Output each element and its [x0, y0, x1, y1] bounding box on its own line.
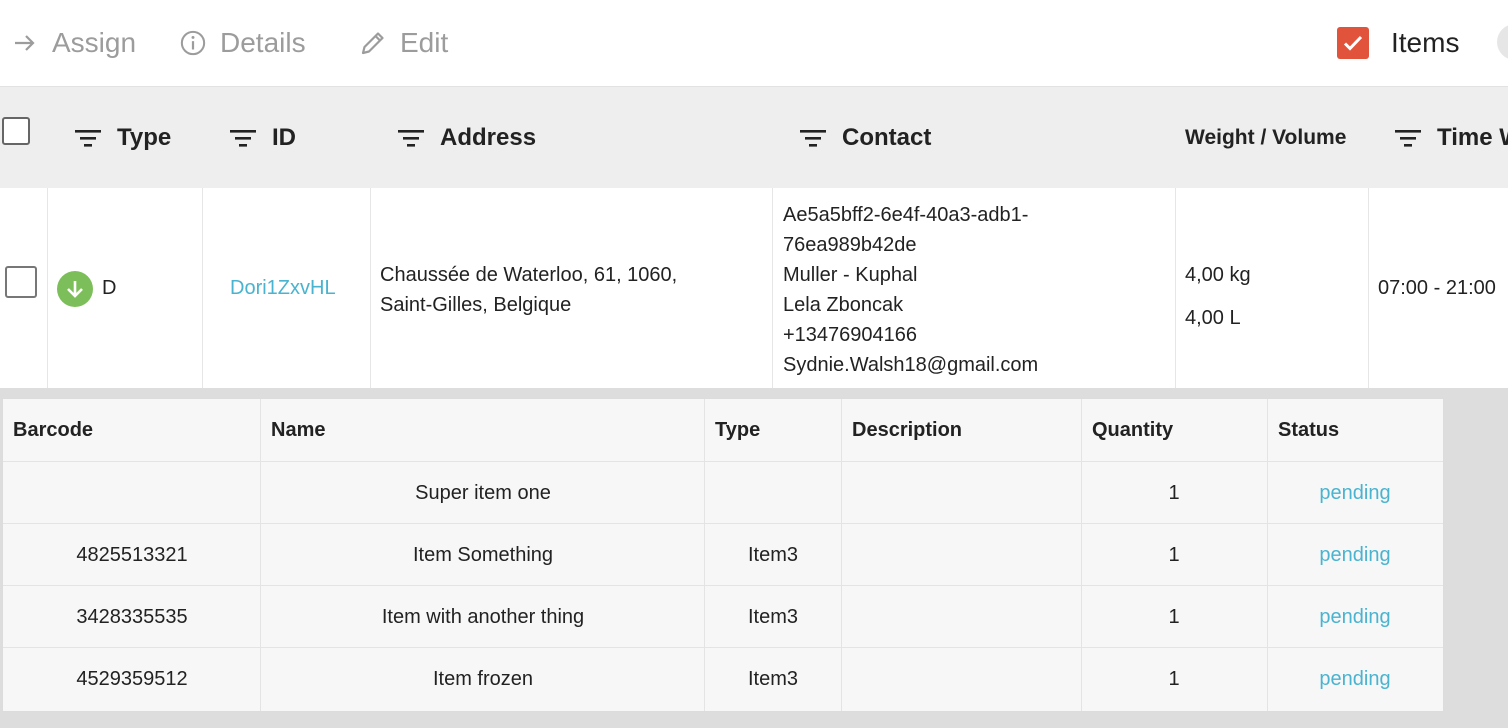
- row-divider: [3, 523, 1443, 524]
- sort-icon: [800, 129, 826, 147]
- column-time-window[interactable]: Time W: [1395, 87, 1508, 188]
- column-contact-label: Contact: [842, 123, 932, 151]
- items-toggle-label: Items: [1391, 27, 1460, 58]
- sort-icon: [75, 129, 101, 147]
- delivery-arrow-down-icon: [57, 271, 93, 307]
- details-button[interactable]: Details: [180, 0, 306, 86]
- column-weight-volume[interactable]: Weight / Volume: [1185, 87, 1346, 188]
- column-address[interactable]: Address: [398, 87, 536, 188]
- column-divider: [260, 399, 261, 711]
- item-status[interactable]: pending: [1319, 544, 1390, 567]
- column-divider: [1081, 399, 1082, 711]
- column-divider: [704, 399, 705, 711]
- column-divider: [1368, 188, 1369, 388]
- contact-line: Sydnie.Walsh18@gmail.com: [783, 354, 1039, 376]
- items-header-description: Description: [852, 419, 963, 441]
- row-time-window: 07:00 - 21:00: [1378, 277, 1496, 299]
- column-divider: [1267, 399, 1268, 711]
- row-type: D: [102, 277, 117, 299]
- item-status[interactable]: pending: [1319, 668, 1390, 691]
- column-contact[interactable]: Contact: [800, 87, 931, 188]
- item-name: Item with another thing: [381, 606, 585, 628]
- column-divider: [841, 399, 842, 711]
- item-name: Item frozen: [432, 668, 534, 690]
- contact-line: Ae5a5bff2-6e4f-40a3-adb1-: [783, 204, 1029, 226]
- contact-line: 76ea989b42de: [783, 234, 917, 256]
- row-checkbox[interactable]: [5, 266, 37, 298]
- row-id-link[interactable]: Dori1ZxvHL: [230, 277, 336, 300]
- item-quantity: 1: [1168, 606, 1180, 628]
- row-divider: [3, 585, 1443, 586]
- details-label: Details: [220, 27, 306, 58]
- column-weight-volume-label: Weight / Volume: [1185, 125, 1347, 149]
- items-header-name: Name: [271, 419, 326, 441]
- items-header-type: Type: [715, 419, 761, 441]
- item-barcode: 3428335535: [76, 606, 188, 628]
- items-header-quantity: Quantity: [1092, 419, 1174, 441]
- table-row[interactable]: D Dori1ZxvHL Chaussée de Waterloo, 61, 1…: [0, 188, 1508, 388]
- contact-line: Lela Zboncak: [783, 294, 904, 316]
- column-type[interactable]: Type: [75, 87, 171, 188]
- column-divider: [772, 188, 773, 388]
- row-divider: [3, 461, 1443, 462]
- item-type: Item3: [747, 668, 799, 690]
- column-divider: [47, 188, 48, 388]
- row-volume: 4,00 L: [1185, 307, 1241, 329]
- edit-label: Edit: [400, 27, 449, 58]
- item-type: Item3: [747, 544, 799, 566]
- column-divider: [370, 188, 371, 388]
- address-line: Saint-Gilles, Belgique: [380, 294, 572, 316]
- item-barcode: 4825513321: [76, 544, 188, 566]
- item-name: Super item one: [415, 482, 551, 504]
- item-name: Item Something: [412, 544, 554, 566]
- sort-icon: [1395, 129, 1421, 147]
- item-barcode: 4529359512: [76, 668, 188, 690]
- row-contact: Ae5a5bff2-6e4f-40a3-adb1- 76ea989b42de M…: [783, 200, 1163, 380]
- column-divider: [202, 188, 203, 388]
- contact-line: +13476904166: [783, 324, 918, 346]
- item-type: Item3: [747, 606, 799, 628]
- sort-icon: [398, 129, 424, 147]
- address-line: Chaussée de Waterloo, 61, 1060,: [380, 264, 678, 286]
- assign-button[interactable]: Assign: [12, 0, 136, 86]
- item-quantity: 1: [1168, 482, 1180, 504]
- item-quantity: 1: [1168, 668, 1180, 690]
- overflow-button[interactable]: [1497, 24, 1508, 60]
- assign-label: Assign: [52, 27, 137, 58]
- pencil-icon: [360, 30, 386, 56]
- item-status[interactable]: pending: [1319, 606, 1390, 629]
- row-weight-volume: 4,00 kg 4,00 L: [1185, 254, 1251, 340]
- table-header: Type ID Address Contact Weight / Volume …: [0, 87, 1508, 188]
- sort-icon: [230, 129, 256, 147]
- items-header-status: Status: [1278, 419, 1340, 441]
- info-icon: [180, 30, 206, 56]
- edit-button[interactable]: Edit: [360, 0, 448, 86]
- toolbar: Assign Details Edit Items: [0, 0, 1508, 87]
- column-time-window-label: Time W: [1437, 123, 1508, 151]
- column-divider: [1175, 188, 1176, 388]
- row-weight: 4,00 kg: [1185, 264, 1251, 286]
- arrow-right-icon: [12, 30, 38, 56]
- select-all-checkbox[interactable]: [2, 117, 30, 145]
- items-toggle[interactable]: Items: [1337, 0, 1459, 86]
- contact-line: Muller - Kuphal: [783, 264, 918, 286]
- column-id[interactable]: ID: [230, 87, 296, 188]
- column-type-label: Type: [117, 123, 172, 151]
- column-address-label: Address: [440, 123, 537, 151]
- row-divider: [3, 647, 1443, 648]
- items-header-barcode: Barcode: [13, 419, 94, 441]
- checkbox-checked-icon[interactable]: [1337, 27, 1369, 59]
- column-id-label: ID: [272, 123, 296, 151]
- item-quantity: 1: [1168, 544, 1180, 566]
- row-address: Chaussée de Waterloo, 61, 1060, Saint-Gi…: [380, 260, 760, 320]
- items-table: Barcode Name Type Description Quantity S…: [2, 398, 1444, 712]
- item-status[interactable]: pending: [1319, 482, 1390, 505]
